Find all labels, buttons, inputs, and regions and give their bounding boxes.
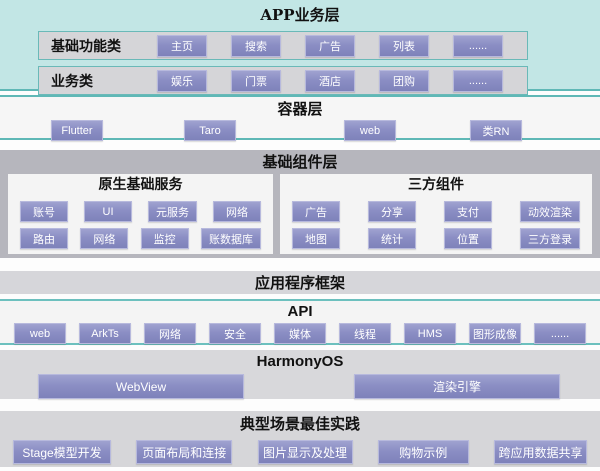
node-image-display: 图片显示及处理 <box>258 440 353 464</box>
node-network-1: 网络 <box>213 201 261 222</box>
node-more-functions: ...... <box>453 35 503 57</box>
business-label: 业务类 <box>39 71 157 91</box>
harmonyos-layer: HarmonyOS WebView 渲染引擎 <box>0 350 600 399</box>
app-business-layer: APP业务层 基础功能类 主页 搜索 广告 列表 ...... 业务类 娱乐 门… <box>0 0 600 91</box>
node-api-more: ...... <box>534 323 586 344</box>
node-api-arkts: ArkTs <box>79 323 131 344</box>
node-ui: UI <box>84 201 132 222</box>
node-render-engine: 渲染引擎 <box>354 374 560 399</box>
node-api-network: 网络 <box>144 323 196 344</box>
basic-function-nodes: 主页 搜索 广告 列表 ...... <box>157 35 503 57</box>
node-network-2: 网络 <box>80 228 128 249</box>
architecture-diagram: APP业务层 基础功能类 主页 搜索 广告 列表 ...... 业务类 娱乐 门… <box>0 0 600 471</box>
node-api-web: web <box>14 323 66 344</box>
thirdparty-row-2: 地图 统计 位置 三方登录 <box>280 228 592 249</box>
node-hotel: 酒店 <box>305 70 355 92</box>
node-ad: 广告 <box>292 201 340 222</box>
node-metaservice: 元服务 <box>148 201 197 222</box>
basic-function-row: 基础功能类 主页 搜索 广告 列表 ...... <box>38 31 528 60</box>
best-practices-layer: 典型场景最佳实践 Stage模型开发 页面布局和连接 图片显示及处理 购物示例 … <box>0 411 600 467</box>
thirdparty-components-panel: 三方组件 广告 分享 支付 动效渲染 地图 统计 位置 三方登录 <box>280 174 592 254</box>
node-api-hms: HMS <box>404 323 456 344</box>
components-layer-title: 基础组件层 <box>8 152 592 172</box>
node-web: web <box>344 120 396 141</box>
api-layer: API web ArkTs 网络 安全 媒体 线程 HMS 图形成像 .....… <box>0 299 600 345</box>
basic-function-label: 基础功能类 <box>39 36 157 56</box>
node-rn-like: 类RN <box>470 120 522 141</box>
best-practices-title: 典型场景最佳实践 <box>0 414 600 434</box>
harmonyos-nodes: WebView 渲染引擎 <box>0 374 600 399</box>
app-layer-title: APP业务层 <box>0 5 600 25</box>
container-layer: 容器层 Flutter Taro web 类RN <box>0 95 600 140</box>
node-taro: Taro <box>184 120 236 141</box>
thirdparty-row-1: 广告 分享 支付 动效渲染 <box>280 201 592 222</box>
container-layer-title: 容器层 <box>0 99 600 119</box>
node-search: 搜索 <box>231 35 281 57</box>
node-account-db: 账数据库 <box>201 228 261 249</box>
native-services-row-2: 路由 网络 监控 账数据库 <box>8 228 273 249</box>
node-webview: WebView <box>38 374 244 399</box>
native-services-row-1: 账号 UI 元服务 网络 <box>8 201 273 222</box>
thirdparty-components-title: 三方组件 <box>280 176 592 195</box>
node-stage-model: Stage模型开发 <box>13 440 111 464</box>
node-shopping-example: 购物示例 <box>378 440 469 464</box>
api-title: API <box>0 302 600 322</box>
node-groupbuy: 团购 <box>379 70 429 92</box>
framework-title: 应用程序框架 <box>255 273 345 293</box>
node-tickets: 门票 <box>231 70 281 92</box>
container-nodes: Flutter Taro web 类RN <box>0 120 600 141</box>
node-home: 主页 <box>157 35 207 57</box>
node-api-media: 媒体 <box>274 323 326 344</box>
node-monitor: 监控 <box>141 228 189 249</box>
basic-components-layer: 基础组件层 原生基础服务 账号 UI 元服务 网络 路由 网络 监控 账数据库 <box>0 150 600 258</box>
business-nodes: 娱乐 门票 酒店 团购 ...... <box>157 70 503 92</box>
node-list: 列表 <box>379 35 429 57</box>
node-router: 路由 <box>20 228 68 249</box>
harmonyos-title: HarmonyOS <box>0 352 600 372</box>
practice-nodes: Stage模型开发 页面布局和连接 图片显示及处理 购物示例 跨应用数据共享 <box>0 440 600 464</box>
native-services-title: 原生基础服务 <box>8 176 273 195</box>
node-entertainment: 娱乐 <box>157 70 207 92</box>
application-framework-layer: 应用程序框架 <box>0 271 600 294</box>
node-api-thread: 线程 <box>339 323 391 344</box>
node-location: 位置 <box>444 228 492 249</box>
node-page-layout: 页面布局和连接 <box>136 440 232 464</box>
node-thirdparty-login: 三方登录 <box>520 228 580 249</box>
node-account: 账号 <box>20 201 68 222</box>
node-ads: 广告 <box>305 35 355 57</box>
node-statistics: 统计 <box>368 228 416 249</box>
node-payment: 支付 <box>444 201 492 222</box>
native-services-panel: 原生基础服务 账号 UI 元服务 网络 路由 网络 监控 账数据库 <box>8 174 273 254</box>
node-cross-app-sharing: 跨应用数据共享 <box>494 440 587 464</box>
components-panels: 原生基础服务 账号 UI 元服务 网络 路由 网络 监控 账数据库 三方组件 广… <box>8 174 592 254</box>
node-map: 地图 <box>292 228 340 249</box>
node-share: 分享 <box>368 201 416 222</box>
node-api-security: 安全 <box>209 323 261 344</box>
node-api-graphics: 图形成像 <box>469 323 521 344</box>
node-flutter: Flutter <box>51 120 103 141</box>
business-row: 业务类 娱乐 门票 酒店 团购 ...... <box>38 66 528 95</box>
node-more-business: ...... <box>453 70 503 92</box>
node-motion-render: 动效渲染 <box>520 201 580 222</box>
api-nodes: web ArkTs 网络 安全 媒体 线程 HMS 图形成像 ...... <box>0 323 600 344</box>
